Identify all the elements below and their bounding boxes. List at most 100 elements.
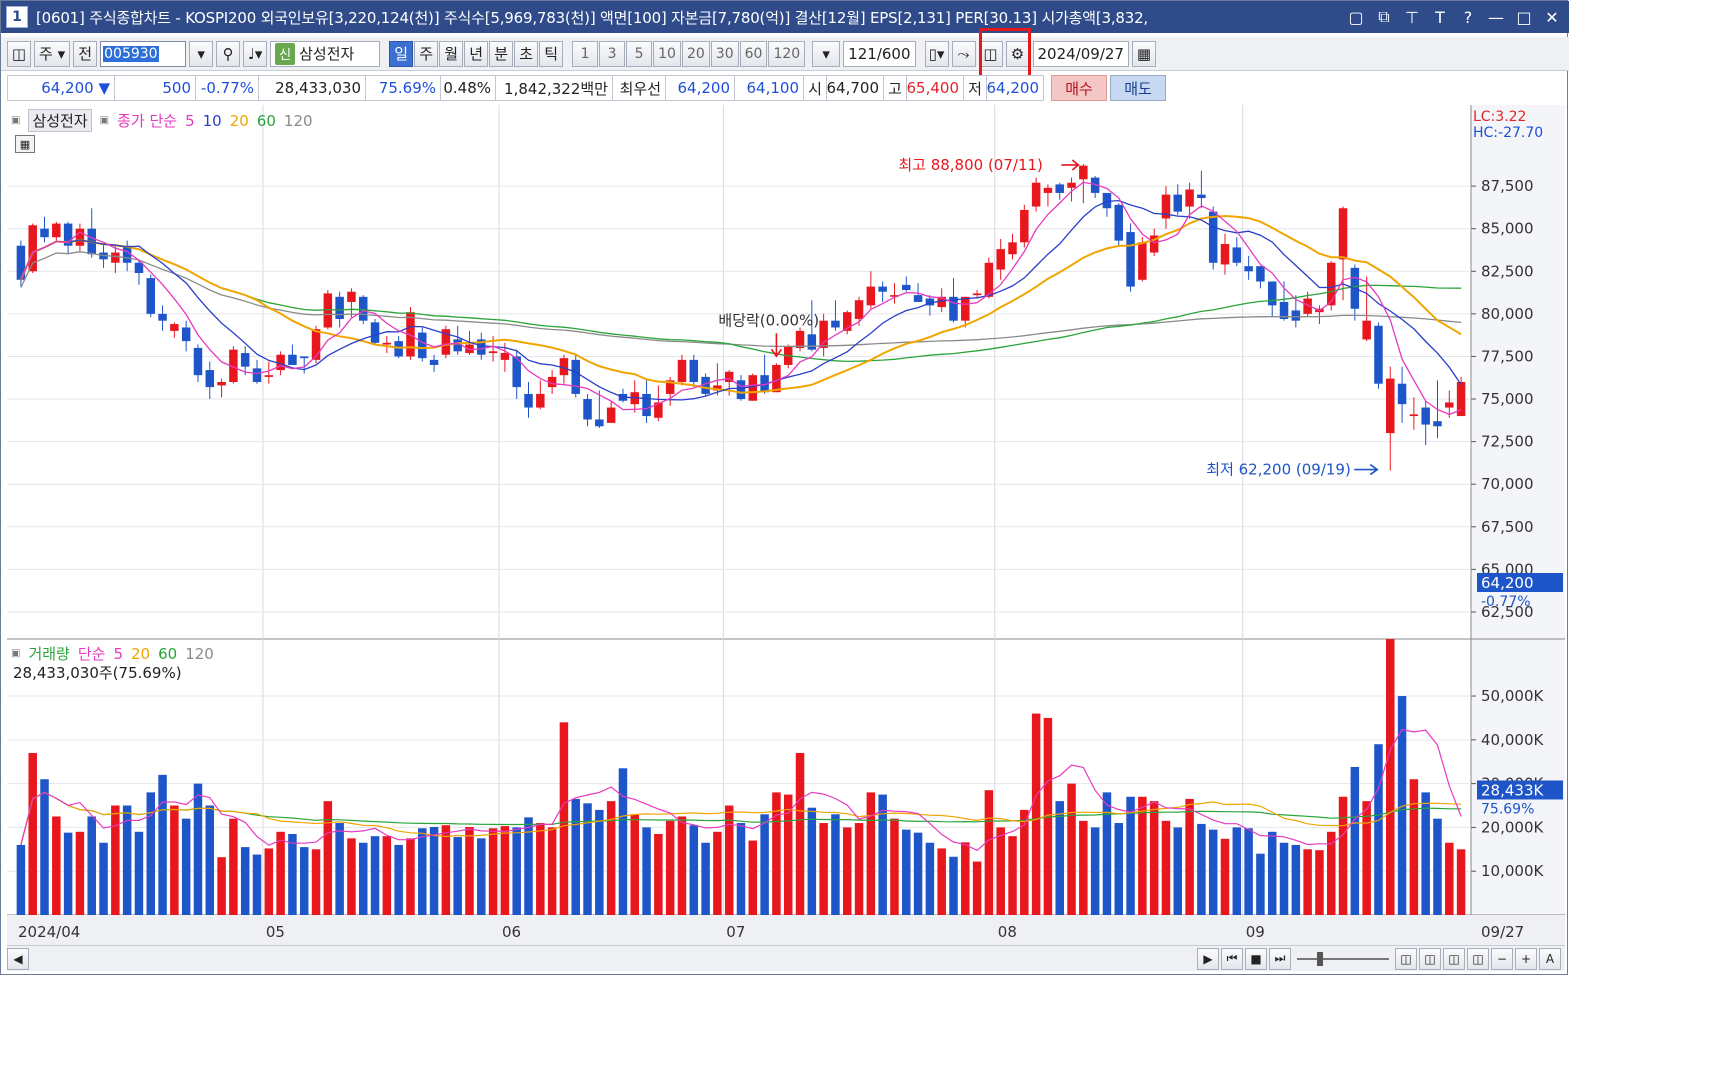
volume-bar[interactable] [441, 825, 451, 915]
candle-body[interactable] [902, 284, 911, 291]
volume-bar[interactable] [1279, 842, 1289, 915]
period-button-6[interactable]: 틱 [539, 40, 564, 67]
volume-bar[interactable] [465, 826, 474, 915]
interval-button-1[interactable]: 3 [599, 40, 626, 67]
volume-bar[interactable] [193, 783, 203, 915]
volume-bar[interactable] [972, 861, 982, 915]
candle-body[interactable] [170, 324, 179, 331]
volume-pane-icon[interactable]: ▣ [11, 648, 20, 659]
interval-button-2[interactable]: 5 [626, 40, 653, 67]
volume-bar[interactable] [689, 825, 699, 915]
candle-body[interactable] [913, 295, 923, 302]
pin-icon[interactable]: ⊤ [1401, 6, 1423, 28]
layout-3-icon[interactable]: ◫ [1443, 947, 1465, 970]
candle-body[interactable] [111, 252, 120, 263]
volume-bar[interactable] [795, 752, 805, 915]
candle-body[interactable] [429, 359, 439, 365]
volume-bar[interactable] [1244, 828, 1253, 915]
interval-button-0[interactable]: 1 [572, 40, 599, 67]
candle-body[interactable] [536, 393, 545, 408]
candle-body[interactable] [1256, 266, 1265, 282]
candle-body[interactable] [1208, 211, 1218, 263]
table-view-icon[interactable]: ▦ [15, 135, 35, 153]
scroll-left-icon[interactable]: ◀ [7, 947, 29, 970]
window-link-icon[interactable]: ⧉ [1373, 6, 1395, 28]
interval-dropdown-icon[interactable]: ▾ [812, 40, 841, 67]
volume-bar[interactable] [1055, 801, 1064, 915]
candle-body[interactable] [347, 291, 356, 302]
volume-bar[interactable] [1220, 838, 1230, 915]
candle-body[interactable] [1067, 182, 1076, 188]
volume-bar[interactable] [146, 792, 156, 915]
candle-body[interactable] [677, 359, 687, 382]
interval-button-6[interactable]: 60 [739, 40, 768, 67]
window-number[interactable]: 1 [6, 6, 28, 28]
volume-bar[interactable] [40, 779, 49, 915]
volume-bar[interactable] [99, 842, 108, 915]
candle-body[interactable] [866, 286, 876, 306]
layout-4-icon[interactable]: ◫ [1467, 947, 1489, 970]
volume-bar[interactable] [1409, 779, 1419, 915]
candle-body[interactable] [1374, 325, 1383, 384]
period-button-1[interactable]: 주 [414, 40, 439, 67]
candle-body[interactable] [1114, 204, 1124, 241]
calendar-icon[interactable]: ▦ [1131, 40, 1156, 67]
volume-bar[interactable] [335, 823, 344, 915]
scroll-track[interactable] [29, 950, 1197, 968]
price-pane-icon[interactable]: ▣ [11, 115, 20, 126]
candle-body[interactable] [158, 313, 167, 321]
volume-bar[interactable] [1149, 801, 1159, 915]
code-dropdown-icon[interactable]: ▾ [189, 40, 214, 67]
volume-bar[interactable] [1138, 796, 1147, 915]
candle-body[interactable] [52, 223, 61, 238]
volume-bar[interactable] [288, 833, 297, 915]
volume-bar[interactable] [760, 814, 769, 915]
font-size-icon[interactable]: A [1539, 947, 1561, 970]
volume-bar[interactable] [429, 826, 439, 915]
candle-body[interactable] [1197, 194, 1206, 199]
candle-body[interactable] [772, 364, 781, 393]
candle-body[interactable] [1338, 208, 1348, 260]
volume-bar[interactable] [406, 838, 415, 915]
candle-body[interactable] [642, 393, 651, 417]
candle-type-icon[interactable]: ▯▾ [924, 40, 949, 67]
chart-scrollbar[interactable]: ◀ ▶ ⏮ ■ ⏭ ◫ ◫ ◫ ◫ − + A [7, 945, 1565, 971]
volume-bar[interactable] [583, 803, 592, 915]
volume-bar[interactable] [276, 831, 285, 915]
candle-body[interactable] [807, 334, 817, 350]
volume-bar[interactable] [1126, 796, 1135, 915]
candle-body[interactable] [1232, 247, 1242, 263]
candle-body[interactable] [193, 347, 203, 376]
volume-bar[interactable] [618, 768, 628, 915]
buy-button[interactable]: 매수 [1051, 75, 1107, 101]
save-icon[interactable]: ▢ [1345, 6, 1367, 28]
chart-svg[interactable]: 2024/04 05 06 07 08 09 09/27 87,500 85,000 82,500… [7, 105, 1565, 945]
volume-bar[interactable] [630, 814, 640, 915]
layout-icon[interactable]: ◫ [7, 40, 31, 67]
volume-bar[interactable] [1031, 713, 1041, 915]
candle-body[interactable] [323, 293, 333, 328]
candle-body[interactable] [500, 353, 510, 360]
candle-body[interactable] [795, 330, 805, 348]
volume-bar[interactable] [842, 827, 852, 915]
volume-bar[interactable] [1456, 849, 1466, 915]
candle-body[interactable] [264, 375, 274, 377]
volume-bar[interactable] [264, 848, 274, 915]
layout-1-icon[interactable]: ◫ [1395, 947, 1417, 970]
scroll-last-icon[interactable]: ⏭ [1269, 947, 1291, 970]
candle-body[interactable] [736, 380, 746, 400]
volume-bar[interactable] [1079, 820, 1088, 915]
volume-bar[interactable] [713, 831, 722, 915]
volume-bar[interactable] [28, 752, 37, 915]
volume-bar[interactable] [1232, 827, 1242, 915]
volume-bar[interactable] [1433, 818, 1442, 915]
candle-body[interactable] [1055, 184, 1064, 193]
candle-body[interactable] [1326, 262, 1336, 306]
volume-bar[interactable] [252, 854, 262, 915]
volume-bar[interactable] [240, 847, 250, 915]
period-button-0[interactable]: 일 [389, 40, 414, 67]
volume-bar[interactable] [1374, 744, 1383, 915]
volume-bar[interactable] [500, 826, 510, 915]
candle-body[interactable] [146, 278, 156, 314]
candle-body[interactable] [40, 228, 49, 238]
